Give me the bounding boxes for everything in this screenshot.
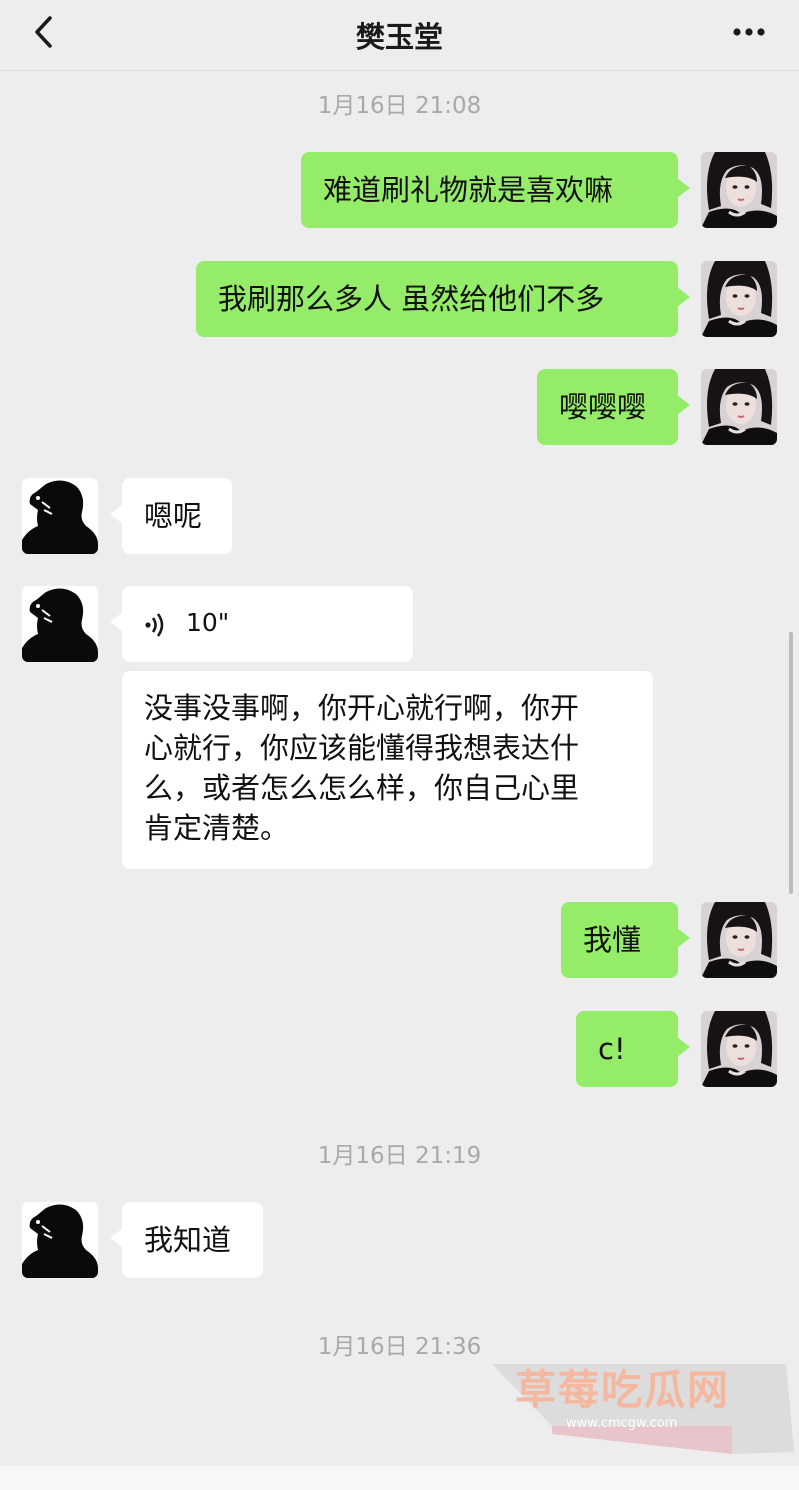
chat-header: 樊玉堂 [0, 0, 799, 71]
my-avatar[interactable] [701, 152, 777, 228]
transcript-line: 心就行，你应该能懂得我想表达什 [144, 731, 580, 765]
voice-wave-icon [145, 613, 164, 637]
watermark-url: www.cmcgw.com [566, 1416, 678, 1431]
timestamp: 1月16日 21:19 [317, 1143, 482, 1169]
contact-avatar[interactable] [22, 586, 98, 662]
message-bubble-sent[interactable]: 嘤嘤嘤 [537, 369, 690, 445]
input-bar-edge [0, 1466, 799, 1490]
my-avatar[interactable] [701, 261, 777, 337]
watermark-text: 草莓吃瓜网 [515, 1366, 730, 1414]
more-options-icon[interactable] [729, 20, 769, 44]
chat-title: 樊玉堂 [355, 20, 443, 54]
my-avatar[interactable] [701, 1011, 777, 1087]
my-avatar[interactable] [701, 369, 777, 445]
my-avatar[interactable] [701, 902, 777, 978]
message-bubble-sent[interactable]: 难道刷礼物就是喜欢嘛 [301, 152, 690, 228]
message-bubble-sent[interactable]: 我刷那么多人 虽然给他们不多 [196, 261, 690, 337]
message-bubble-sent[interactable]: c! [576, 1011, 690, 1087]
message-bubble-received[interactable]: 嗯呢 [110, 478, 232, 554]
transcript-line: 没事没事啊，你开心就行啊，你开 [144, 691, 580, 725]
timestamp: 1月16日 21:08 [317, 93, 482, 119]
contact-avatar[interactable] [22, 1202, 98, 1278]
transcript-line: 肯定清楚。 [144, 811, 290, 845]
voice-duration: 10" [186, 608, 230, 637]
message-bubble-sent[interactable]: 我懂 [561, 902, 690, 978]
contact-avatar[interactable] [22, 478, 98, 554]
voice-message-bubble[interactable]: 10" [110, 586, 413, 662]
voice-transcript[interactable]: 没事没事啊，你开心就行啊，你开 心就行，你应该能懂得我想表达什 么，或者怎么怎么… [122, 671, 653, 869]
transcript-line: 么，或者怎么怎么样，你自己心里 [144, 771, 580, 805]
message-bubble-received[interactable]: 我知道 [110, 1202, 263, 1278]
scrollbar[interactable] [789, 632, 793, 894]
